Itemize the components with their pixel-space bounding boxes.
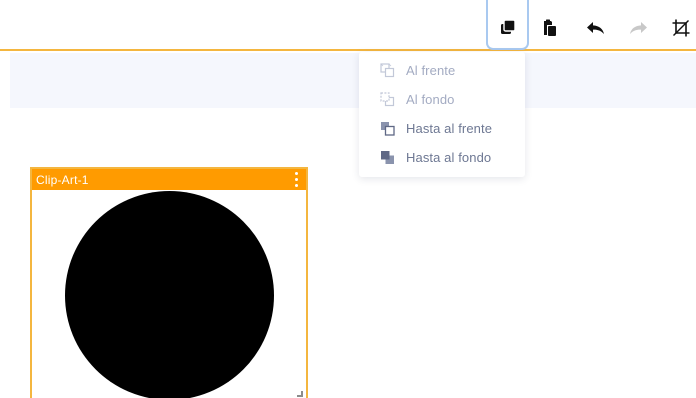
arrange-button[interactable]: [486, 0, 529, 50]
arrange-menu: Al frente Al fondo Hasta al frente Hasta…: [359, 52, 525, 177]
clip-art-header[interactable]: Clip-Art-1: [32, 169, 306, 190]
undo-icon: [586, 21, 605, 35]
clip-art-body: [32, 190, 306, 398]
menu-item-hasta-al-frente[interactable]: Hasta al frente: [359, 114, 525, 143]
menu-item-label: Al fondo: [406, 92, 455, 107]
redo-button[interactable]: [620, 10, 656, 46]
menu-item-label: Hasta al fondo: [406, 150, 492, 165]
more-options-icon[interactable]: [293, 172, 299, 187]
bring-forward-icon: [379, 63, 395, 79]
paste-button[interactable]: [532, 10, 568, 46]
editor-page: Al frente Al fondo Hasta al frente Hasta…: [0, 0, 696, 398]
menu-item-hasta-al-fondo[interactable]: Hasta al fondo: [359, 143, 525, 172]
bring-to-front-icon: [379, 121, 395, 137]
circle-shape[interactable]: [65, 191, 274, 398]
send-backward-icon: [379, 92, 395, 108]
crop-button[interactable]: [663, 10, 696, 46]
menu-item-label: Hasta al frente: [406, 121, 493, 136]
send-to-back-icon: [379, 150, 395, 166]
clip-art-title: Clip-Art-1: [36, 172, 89, 187]
paste-icon: [542, 19, 558, 37]
menu-item-al-fondo[interactable]: Al fondo: [359, 85, 525, 114]
canvas-header-band: [10, 53, 696, 108]
crop-icon: [672, 19, 690, 37]
redo-icon: [629, 21, 648, 35]
menu-item-label: Al frente: [406, 63, 456, 78]
clip-art-widget[interactable]: Clip-Art-1: [30, 167, 308, 398]
menu-item-al-frente[interactable]: Al frente: [359, 56, 525, 85]
toolbar: [0, 0, 696, 51]
resize-handle-icon[interactable]: [297, 391, 303, 397]
arrange-icon: [500, 19, 516, 35]
undo-button[interactable]: [577, 10, 613, 46]
